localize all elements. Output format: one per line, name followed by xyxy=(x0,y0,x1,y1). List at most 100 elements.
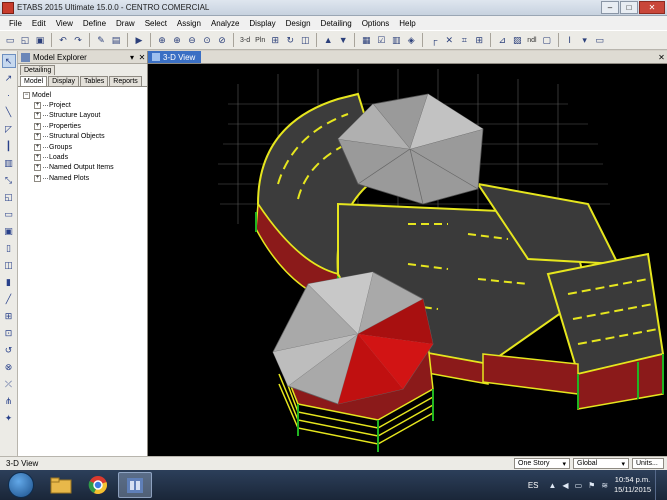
menu-assign[interactable]: Assign xyxy=(172,19,206,28)
zoom-prev-icon[interactable]: ⊘ xyxy=(215,33,229,47)
zoom-all-icon[interactable]: ⊙ xyxy=(200,33,214,47)
plan-view-button[interactable]: Pln xyxy=(253,37,267,44)
elevation-view-icon[interactable]: ⊞ xyxy=(268,33,282,47)
reshape-tool-icon[interactable]: ↗ xyxy=(2,71,16,85)
clock[interactable]: 10:54 p.m. 15/11/2015 xyxy=(614,475,651,495)
object-shrink-icon[interactable]: ◈ xyxy=(404,33,418,47)
select-all-left-icon[interactable]: ⊡ xyxy=(2,326,16,340)
draw-secondary-beam-icon[interactable]: ▥ xyxy=(2,156,16,170)
tree-node-structure-layout[interactable]: + Structure Layout xyxy=(23,111,147,121)
undo-icon[interactable]: ↶ xyxy=(56,33,70,47)
etabs-icon[interactable] xyxy=(118,472,152,498)
menu-edit[interactable]: Edit xyxy=(27,19,51,28)
draw-column-icon[interactable]: ┃ xyxy=(2,139,16,153)
show-desktop-button[interactable] xyxy=(655,470,663,500)
grid-icon[interactable]: ⊞ xyxy=(472,33,486,47)
tree-node-groups[interactable]: + Groups xyxy=(23,142,147,152)
draw-floor-icon[interactable]: ◱ xyxy=(2,190,16,204)
tree-node-loads[interactable]: + Loads xyxy=(23,152,147,162)
expand-toggle[interactable]: + xyxy=(34,164,41,172)
tab-reports[interactable]: Reports xyxy=(109,76,142,86)
tab-model[interactable]: Model xyxy=(20,76,48,86)
menu-select[interactable]: Select xyxy=(140,19,172,28)
run-analysis-icon[interactable]: ▶ xyxy=(132,33,146,47)
tree-node-named-plots[interactable]: + Named Plots xyxy=(23,173,147,183)
wall-icon[interactable]: ▢ xyxy=(540,33,554,47)
expand-toggle[interactable]: + xyxy=(34,102,41,110)
brace-icon[interactable]: ✕ xyxy=(442,33,456,47)
frame-icon[interactable]: ┌ xyxy=(427,33,441,47)
pointer-select-icon[interactable]: ↖ xyxy=(1,54,16,68)
menu-help[interactable]: Help xyxy=(394,19,420,28)
draw-pier-icon[interactable]: ▮ xyxy=(2,275,16,289)
expand-toggle[interactable]: + xyxy=(34,112,41,120)
redo-icon[interactable]: ↷ xyxy=(71,33,85,47)
battery-icon[interactable]: ▭ xyxy=(575,481,583,490)
new-model-icon[interactable]: ▭ xyxy=(3,33,17,47)
units-button[interactable]: Units... xyxy=(632,458,664,469)
expand-toggle[interactable]: + xyxy=(34,143,41,151)
elevation-button[interactable]: ndl xyxy=(525,37,538,44)
minimize-button[interactable]: – xyxy=(601,1,619,14)
viewport-close-icon[interactable]: ✕ xyxy=(656,53,667,62)
maximize-button[interactable]: □ xyxy=(620,1,638,14)
menu-file[interactable]: File xyxy=(4,19,27,28)
clear-selection-icon[interactable]: ⊗ xyxy=(2,360,16,374)
menu-define[interactable]: Define xyxy=(78,19,111,28)
previous-selection-icon[interactable]: ↺ xyxy=(2,343,16,357)
reshape-icon[interactable]: ⌗ xyxy=(457,33,471,47)
select-all-icon[interactable]: ▦ xyxy=(359,33,373,47)
rotate-view-icon[interactable]: ↻ xyxy=(283,33,297,47)
tree-node-structural-objects[interactable]: + Structural Objects xyxy=(23,132,147,142)
zoom-window-icon[interactable]: ⊕ xyxy=(155,33,169,47)
expand-toggle[interactable]: + xyxy=(34,174,41,182)
quick-draw-floor-icon[interactable]: ▣ xyxy=(2,224,16,238)
tab-3d-view[interactable]: 3-D View xyxy=(148,51,202,63)
volume-icon[interactable]: ◀ xyxy=(562,481,568,490)
close-button[interactable]: ✕ xyxy=(639,1,665,14)
network-icon[interactable]: ▲ xyxy=(549,481,557,490)
start-button[interactable] xyxy=(8,472,34,498)
chrome-icon[interactable] xyxy=(81,472,115,498)
assign-icon[interactable]: ▨ xyxy=(510,33,524,47)
draw-beam-icon[interactable]: ╲ xyxy=(2,105,16,119)
menu-display[interactable]: Display xyxy=(244,19,280,28)
display-options-icon[interactable]: ▥ xyxy=(389,33,403,47)
zoom-in-icon[interactable]: ⊕ xyxy=(170,33,184,47)
tree-node-named-output-items[interactable]: + Named Output Items xyxy=(23,163,147,173)
draw-wall-icon[interactable]: ▯ xyxy=(2,241,16,255)
pointer-icon[interactable]: ▭ xyxy=(593,33,607,47)
edit-pencil-icon[interactable]: ✎ xyxy=(94,33,108,47)
3d-model-canvas[interactable] xyxy=(148,64,667,456)
lock-icon[interactable]: ▤ xyxy=(109,33,123,47)
menu-options[interactable]: Options xyxy=(357,19,395,28)
tab-detailing[interactable]: Detailing xyxy=(20,65,56,75)
expand-toggle[interactable]: + xyxy=(34,154,41,162)
tab-tables[interactable]: Tables xyxy=(80,76,109,86)
tree-node-project[interactable]: + Project xyxy=(23,100,147,110)
language-indicator[interactable]: ES xyxy=(528,481,539,490)
draw-brace-icon[interactable]: ◸ xyxy=(2,122,16,136)
open-icon[interactable]: ◱ xyxy=(18,33,32,47)
tab-display[interactable]: Display xyxy=(48,76,80,86)
coordinate-system-select[interactable]: Global ▾ xyxy=(573,458,629,469)
wifi-icon[interactable]: ≋ xyxy=(601,481,608,490)
section-cut-icon[interactable]: ⊿ xyxy=(495,33,509,47)
joint-tool-icon[interactable]: · xyxy=(2,88,16,102)
zoom-out-icon[interactable]: ⊖ xyxy=(185,33,199,47)
menu-detailing[interactable]: Detailing xyxy=(316,19,357,28)
close-icon[interactable]: ✕ xyxy=(137,53,147,62)
snap-tool-icon[interactable]: ✦ xyxy=(2,411,16,425)
draw-grid-icon[interactable]: ⊞ xyxy=(2,309,16,323)
save-icon[interactable]: ▣ xyxy=(33,33,47,47)
menu-view[interactable]: View xyxy=(51,19,78,28)
text-cursor-icon[interactable]: I xyxy=(563,33,577,47)
tree-node-model[interactable]: − Model xyxy=(23,90,147,100)
pin-icon[interactable]: ▾ xyxy=(127,53,137,62)
view-3d-button[interactable]: 3-d xyxy=(238,37,252,44)
flag-icon[interactable]: ⚑ xyxy=(588,481,595,490)
menu-draw[interactable]: Draw xyxy=(111,19,140,28)
check-icon[interactable]: ☑ xyxy=(374,33,388,47)
file-explorer-icon[interactable] xyxy=(44,472,78,498)
draw-link-icon[interactable]: ⤡ xyxy=(2,173,16,187)
